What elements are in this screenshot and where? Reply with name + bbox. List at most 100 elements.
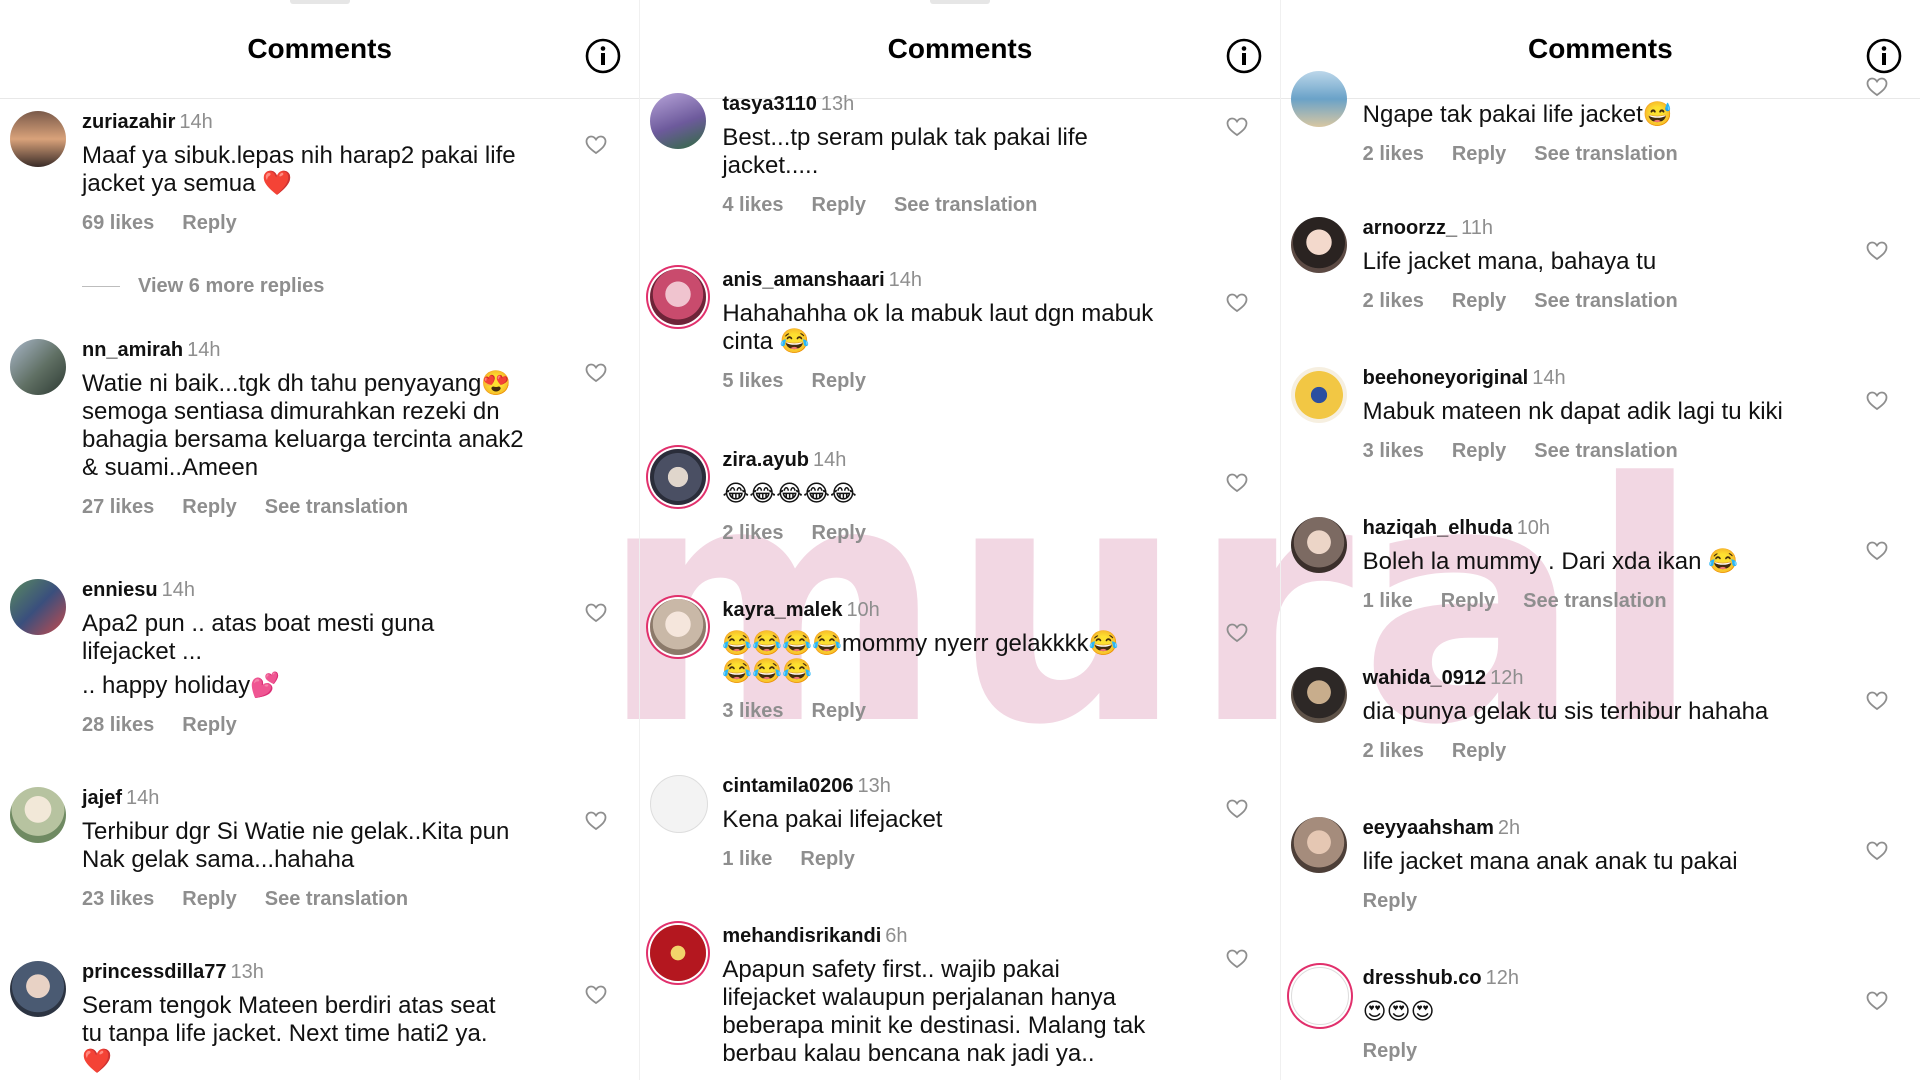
username[interactable]: princessdilla77 xyxy=(82,961,227,983)
username[interactable]: dresshub.co xyxy=(1363,967,1482,989)
username[interactable]: jajef xyxy=(82,787,122,809)
username[interactable]: arnoorzz_ xyxy=(1363,217,1457,239)
timestamp: 12h xyxy=(1485,967,1519,989)
like-heart-icon[interactable] xyxy=(1226,473,1248,493)
like-heart-icon[interactable] xyxy=(1866,991,1888,1011)
see-translation-link[interactable]: See translation xyxy=(1534,143,1677,165)
avatar[interactable] xyxy=(10,339,66,395)
see-translation-link[interactable]: See translation xyxy=(894,194,1037,216)
avatar[interactable] xyxy=(650,93,707,149)
like-heart-icon[interactable] xyxy=(1866,691,1888,711)
view-more-replies[interactable]: View 6 more replies xyxy=(82,275,324,298)
avatar[interactable] xyxy=(1290,517,1347,573)
username[interactable]: beehoneyoriginal xyxy=(1363,367,1529,389)
like-heart-icon[interactable] xyxy=(585,135,607,155)
reply-button[interactable]: Reply xyxy=(1452,740,1506,762)
like-heart-icon[interactable] xyxy=(1226,799,1248,819)
like-heart-icon[interactable] xyxy=(1226,293,1248,313)
likes-count[interactable]: 2 likes xyxy=(1363,290,1424,312)
see-translation-link[interactable]: See translation xyxy=(265,888,408,910)
likes-count[interactable]: 2 likes xyxy=(1363,740,1424,762)
avatar[interactable] xyxy=(1290,667,1347,723)
like-heart-icon[interactable] xyxy=(1226,949,1248,969)
comment-text: Seram tengok Mateen berdiri atas seat tu … xyxy=(82,992,496,1075)
like-heart-icon[interactable] xyxy=(1866,841,1888,861)
like-heart-icon[interactable] xyxy=(1866,391,1888,411)
likes-count[interactable]: 28 likes xyxy=(82,714,154,736)
avatar[interactable] xyxy=(1290,967,1349,1025)
username[interactable]: tasya3110 xyxy=(722,93,817,115)
avatar[interactable] xyxy=(1290,217,1347,273)
reply-button[interactable]: Reply xyxy=(812,522,866,544)
avatar[interactable] xyxy=(10,579,66,635)
reply-button[interactable]: Reply xyxy=(182,888,236,910)
username[interactable]: wahida_0912 xyxy=(1363,667,1486,689)
avatar[interactable] xyxy=(10,961,66,1017)
likes-count[interactable]: 1 like xyxy=(722,848,772,870)
info-icon[interactable] xyxy=(1866,38,1902,74)
likes-count[interactable]: 23 likes xyxy=(82,888,154,910)
like-heart-icon[interactable] xyxy=(585,603,607,623)
avatar[interactable] xyxy=(650,775,709,833)
avatar[interactable] xyxy=(650,269,707,325)
avatar[interactable] xyxy=(1290,367,1347,423)
reply-button[interactable]: Reply xyxy=(1363,1040,1417,1062)
reply-button[interactable]: Reply xyxy=(812,700,866,722)
likes-count[interactable]: 2 likes xyxy=(722,522,783,544)
reply-button[interactable]: Reply xyxy=(1452,143,1506,165)
see-translation-link[interactable]: See translation xyxy=(1523,590,1666,612)
comment-text: Ngape tak pakai life jacket😅 xyxy=(1362,101,1673,128)
reply-button[interactable]: Reply xyxy=(182,496,236,518)
username[interactable]: haziqah_elhuda xyxy=(1363,517,1513,539)
comment-text: life jacket mana anak anak tu pakai xyxy=(1362,848,1738,875)
likes-count[interactable]: 5 likes xyxy=(722,370,783,392)
reply-button[interactable]: Reply xyxy=(1441,590,1495,612)
like-heart-icon[interactable] xyxy=(1866,241,1888,261)
see-translation-link[interactable]: See translation xyxy=(265,496,408,518)
username[interactable]: nn_amirah xyxy=(82,339,183,361)
username[interactable]: cintamila0206 xyxy=(722,775,853,797)
likes-count[interactable]: 27 likes xyxy=(82,496,154,518)
reply-button[interactable]: Reply xyxy=(1452,290,1506,312)
reply-button[interactable]: Reply xyxy=(182,714,236,736)
reply-button[interactable]: Reply xyxy=(812,370,866,392)
likes-count[interactable]: 4 likes xyxy=(722,194,783,216)
username[interactable]: zuriazahir xyxy=(82,111,175,133)
see-translation-link[interactable]: See translation xyxy=(1534,440,1677,462)
username[interactable]: kayra_malek xyxy=(722,599,842,621)
reply-button[interactable]: Reply xyxy=(800,848,854,870)
username[interactable]: mehandisrikandi xyxy=(722,925,881,947)
likes-count[interactable]: 3 likes xyxy=(1363,440,1424,462)
like-heart-icon[interactable] xyxy=(1226,117,1248,137)
info-icon[interactable] xyxy=(1226,38,1262,74)
reply-button[interactable]: Reply xyxy=(1452,440,1506,462)
username[interactable]: zira.ayub xyxy=(722,449,809,471)
username[interactable]: eeyyaahsham xyxy=(1363,817,1494,839)
avatar[interactable] xyxy=(10,111,66,167)
likes-count[interactable]: 2 likes xyxy=(1363,143,1424,165)
like-heart-icon[interactable] xyxy=(585,985,607,1005)
username[interactable]: anis_amanshaari xyxy=(722,269,884,291)
avatar[interactable] xyxy=(1290,817,1347,873)
like-heart-icon[interactable] xyxy=(1866,541,1888,561)
avatar[interactable] xyxy=(650,449,707,505)
see-translation-link[interactable]: See translation xyxy=(1534,290,1677,312)
like-heart-icon[interactable] xyxy=(585,811,607,831)
avatar[interactable] xyxy=(10,787,66,843)
like-heart-icon[interactable] xyxy=(585,363,607,383)
like-heart-icon[interactable] xyxy=(1866,77,1888,97)
likes-count[interactable]: 3 likes xyxy=(722,700,783,722)
avatar[interactable] xyxy=(650,599,707,655)
likes-count[interactable]: 69 likes xyxy=(82,212,154,234)
like-heart-icon[interactable] xyxy=(1226,623,1248,643)
timestamp: 2h xyxy=(1497,817,1521,839)
timestamp: 14h xyxy=(888,269,923,291)
avatar[interactable] xyxy=(1290,71,1347,127)
reply-button[interactable]: Reply xyxy=(182,212,236,234)
reply-button[interactable]: Reply xyxy=(1363,890,1417,912)
info-icon[interactable] xyxy=(585,38,621,74)
avatar[interactable] xyxy=(650,925,707,981)
likes-count[interactable]: 1 like xyxy=(1363,590,1413,612)
reply-button[interactable]: Reply xyxy=(812,194,866,216)
username[interactable]: enniesu xyxy=(82,579,158,601)
